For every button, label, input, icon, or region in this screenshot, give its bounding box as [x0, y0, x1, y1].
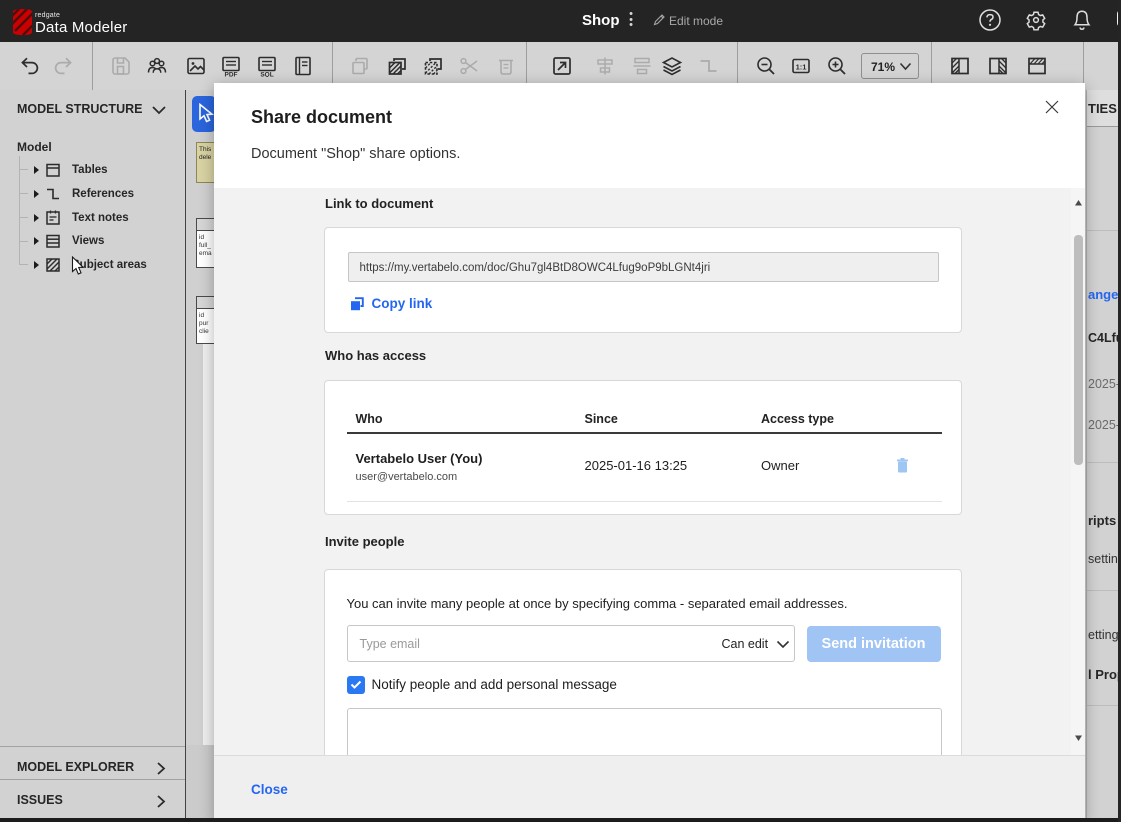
svg-text:1:1: 1:1	[796, 62, 807, 71]
svg-text:PDF: PDF	[225, 72, 238, 78]
svg-text:SQL: SQL	[260, 72, 273, 78]
